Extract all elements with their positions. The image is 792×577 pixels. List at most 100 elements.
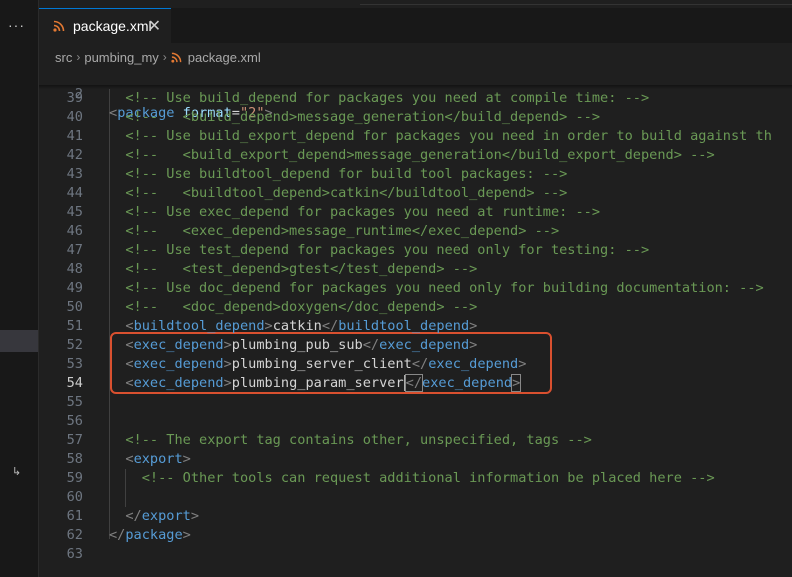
code-token: > [264, 318, 273, 334]
code-text: <!-- <doc_depend>doxygen</doc_depend> --… [109, 298, 477, 317]
code-line[interactable]: 52 <exec_depend>plumbing_pub_sub</exec_d… [39, 336, 792, 355]
code-text: <!-- <test_depend>gtest</test_depend> --… [109, 260, 477, 279]
code-editor[interactable]: 2 <package format="2"> 39 <!-- Use build… [39, 66, 792, 577]
code-token: < [125, 337, 134, 353]
chevron-right-icon: › [162, 50, 167, 64]
code-line[interactable]: 56 [39, 412, 792, 431]
code-token: < [125, 356, 134, 372]
code-line[interactable]: 51 <buildtool_depend>catkin</buildtool_d… [39, 317, 792, 336]
line-number: 61 [66, 508, 83, 524]
line-number: 43 [66, 166, 83, 182]
rss-file-icon [53, 20, 65, 32]
code-text: <!-- Use doc_depend for packages you nee… [109, 279, 764, 298]
code-token: > [223, 337, 232, 353]
code-line[interactable]: 44 <!-- <buildtool_depend>catkin</buildt… [39, 184, 792, 203]
code-token: <!-- Use build_depend for packages you n… [109, 90, 650, 106]
return-arrow-icon[interactable]: ↳ [12, 465, 21, 478]
code-line[interactable]: 53 <exec_depend>plumbing_server_client</… [39, 355, 792, 374]
line-number: 60 [66, 489, 83, 505]
code-text: <!-- The export tag contains other, unsp… [109, 431, 592, 450]
more-actions-icon[interactable]: ··· [8, 18, 25, 32]
close-icon[interactable]: ✕ [148, 16, 161, 36]
code-token: catkin [272, 318, 322, 334]
code-line[interactable]: 46 <!-- <exec_depend>message_runtime</ex… [39, 222, 792, 241]
sticky-scroll-line[interactable]: 2 <package format="2"> [39, 66, 792, 121]
code-token: </ [125, 508, 142, 524]
code-text: <!-- <build_export_depend>message_genera… [109, 146, 714, 165]
code-line[interactable]: 58 <export> [39, 450, 792, 469]
line-number: 51 [66, 318, 83, 334]
line-number: 52 [66, 337, 83, 353]
code-token: exec_depend [422, 375, 513, 391]
chevron-right-icon: › [76, 50, 81, 64]
line-number: 53 [66, 356, 83, 372]
code-token: export [133, 451, 183, 467]
breadcrumb-item-file[interactable]: package.xml [188, 50, 261, 65]
code-line[interactable]: 40 <!-- <build_depend>message_generation… [39, 108, 792, 127]
code-token: > [469, 318, 478, 334]
line-number: 39 [66, 90, 83, 106]
code-text: <exec_depend>plumbing_server_client</exe… [109, 355, 526, 374]
code-line[interactable]: 60 [39, 488, 792, 507]
code-token: </ [321, 318, 339, 334]
code-token: <!-- The export tag contains other, unsp… [109, 432, 592, 448]
breadcrumb-item-folder[interactable]: pumbing_my [84, 50, 158, 65]
line-number: 58 [66, 451, 83, 467]
code-token: <!-- <build_depend>message_generation</b… [109, 109, 601, 125]
code-token: > [469, 337, 478, 353]
code-token: buildtool_depend [338, 318, 470, 334]
code-text: <export> [109, 450, 190, 469]
code-token: </ [404, 374, 424, 392]
code-token: exec_depend [133, 375, 224, 391]
rss-file-icon [171, 52, 182, 63]
code-text: <!-- <exec_depend>message_runtime</exec_… [109, 222, 559, 241]
code-text: <!-- Use exec_depend for packages you ne… [109, 203, 600, 222]
line-number: 62 [66, 527, 83, 543]
code-line[interactable]: 50 <!-- <doc_depend>doxygen</doc_depend>… [39, 298, 792, 317]
code-token: <!-- <exec_depend>message_runtime</exec_… [109, 223, 560, 239]
code-line[interactable]: 63 [39, 545, 792, 564]
line-number: 47 [66, 242, 83, 258]
code-token: <!-- Other tools can request additional … [109, 470, 715, 486]
code-line[interactable]: 41 <!-- Use build_export_depend for pack… [39, 127, 792, 146]
code-token: buildtool_depend [133, 318, 265, 334]
code-line[interactable]: 48 <!-- <test_depend>gtest</test_depend>… [39, 260, 792, 279]
breadcrumb-item-src[interactable]: src [55, 50, 72, 65]
code-line[interactable]: 61 </export> [39, 507, 792, 526]
line-number: 57 [66, 432, 83, 448]
code-token: exec_depend [133, 356, 224, 372]
code-line[interactable]: 47 <!-- Use test_depend for packages you… [39, 241, 792, 260]
line-number: 56 [66, 413, 83, 429]
line-number: 44 [66, 185, 83, 201]
code-token: < [125, 451, 134, 467]
line-number: 49 [66, 280, 83, 296]
line-number: 42 [66, 147, 83, 163]
code-line[interactable]: 59 <!-- Other tools can request addition… [39, 469, 792, 488]
code-token: </ [362, 337, 380, 353]
code-token: < [125, 375, 134, 391]
code-line[interactable]: 57 <!-- The export tag contains other, u… [39, 431, 792, 450]
code-text: </package> [109, 526, 191, 545]
tab-package-xml[interactable]: package.xml ✕ [39, 8, 171, 43]
code-line[interactable]: 45 <!-- Use exec_depend for packages you… [39, 203, 792, 222]
code-line[interactable]: 55 [39, 393, 792, 412]
code-line[interactable]: 42 <!-- <build_export_depend>message_gen… [39, 146, 792, 165]
code-line[interactable]: 62 </package> [39, 526, 792, 545]
code-text: <buildtool_depend>catkin</buildtool_depe… [109, 317, 477, 336]
code-token: plumbing_pub_sub [231, 337, 363, 353]
code-text: <!-- Use build_export_depend for package… [109, 127, 772, 146]
code-line[interactable]: 43 <!-- Use buildtool_depend for build t… [39, 165, 792, 184]
code-token: > [223, 356, 232, 372]
breadcrumb: src › pumbing_my › package.xml [55, 48, 261, 66]
code-token: <!-- Use doc_depend for packages you nee… [109, 280, 764, 296]
code-token: > [518, 356, 527, 372]
code-line[interactable]: 49 <!-- Use doc_depend for packages you … [39, 279, 792, 298]
code-text: <!-- <buildtool_depend>catkin</buildtool… [109, 184, 567, 203]
code-line[interactable]: 54 <exec_depend>plumbing_param_server </e… [39, 374, 792, 393]
line-number: 40 [66, 109, 83, 125]
code-token: > [182, 527, 191, 543]
code-line[interactable]: 39 <!-- Use build_depend for packages yo… [39, 89, 792, 108]
